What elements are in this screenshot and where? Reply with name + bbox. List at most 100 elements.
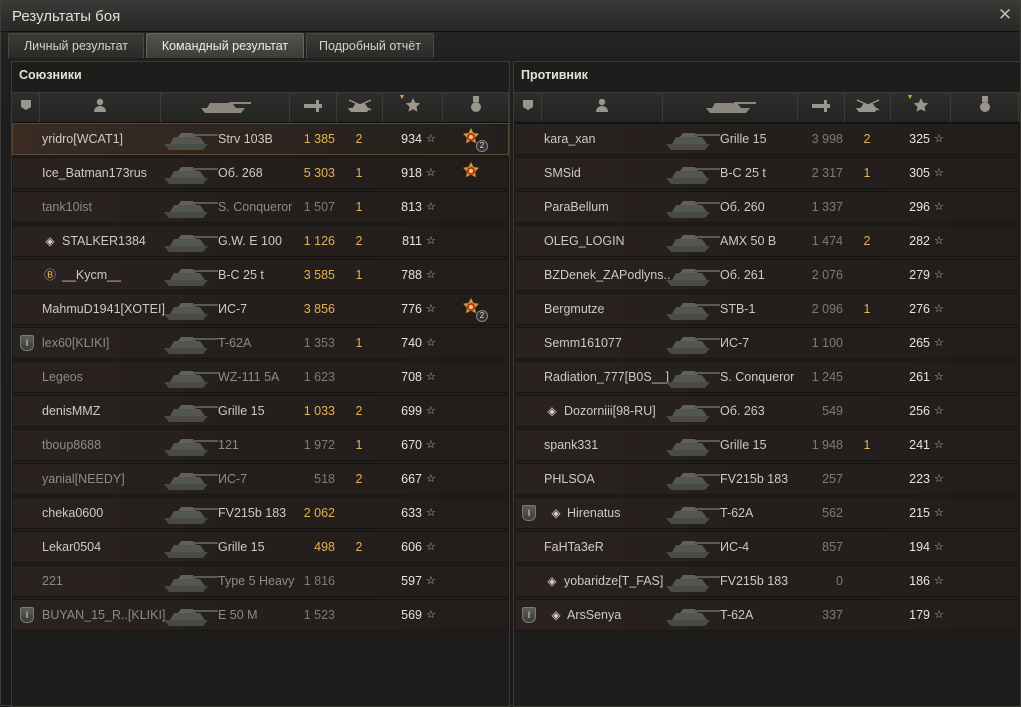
tank-name: B-C 25 t: [720, 166, 766, 180]
player-row[interactable]: denisMMZ Grille 15 1 033 2 699 ☆: [12, 395, 509, 427]
tank-icon: [664, 262, 722, 288]
player-row[interactable]: ParaBellum Об. 260 1 337 296 ☆: [514, 191, 1020, 223]
rank-diamond-icon: ◈: [45, 234, 55, 248]
damage-value: 1 507: [303, 200, 335, 214]
platoon-badge-icon: I: [522, 607, 536, 623]
xp-star-icon: ☆: [426, 439, 436, 451]
tank-name: Об. 260: [720, 200, 765, 214]
tank-name: Strv 103B: [218, 132, 273, 146]
player-name: tank10ist: [42, 200, 93, 214]
xp-star-icon: ☆: [934, 473, 944, 485]
player-row[interactable]: Ⓑ __Kycm__ B-C 25 t 3 585 1 788 ☆: [12, 259, 509, 291]
xp-star-icon: ☆: [426, 303, 436, 315]
frags-value: 1: [355, 268, 363, 282]
player-row[interactable]: FaHTa3eR ИС-4 857 194 ☆: [514, 531, 1020, 563]
tank-icon: [162, 126, 220, 152]
tank-name: Об. 263: [720, 404, 765, 418]
tank-icon: [162, 500, 220, 526]
tank-icon: [162, 466, 220, 492]
frags-value: 2: [355, 540, 363, 554]
column-header-medal-icon[interactable]: [951, 93, 1019, 122]
column-header-platoon-icon[interactable]: [514, 93, 542, 122]
damage-value: 1 100: [811, 336, 843, 350]
xp-value: 179: [909, 608, 930, 622]
player-row[interactable]: I ◈ Hirenatus T-62A 562 215 ☆: [514, 497, 1020, 529]
column-header-player-icon[interactable]: [542, 93, 663, 122]
xp-star-icon: ☆: [426, 405, 436, 417]
player-row[interactable]: yanial[NEEDY] ИС-7 518 2 667 ☆: [12, 463, 509, 495]
column-header-xp-icon[interactable]: ▼: [383, 93, 443, 122]
column-header-xp-icon[interactable]: ▼: [891, 93, 951, 122]
player-row[interactable]: PHLSOA FV215b 183 257 223 ☆: [514, 463, 1020, 495]
xp-icon: [405, 97, 421, 118]
tank-icon: [664, 228, 722, 254]
player-row[interactable]: Ilex60[KLIKI] T-62A 1 353 1 740 ☆: [12, 327, 509, 359]
close-icon[interactable]: ✕: [994, 4, 1016, 26]
player-row[interactable]: SMSid B-C 25 t 2 317 1 305 ☆: [514, 157, 1020, 189]
tab-detailed-report[interactable]: Подробный отчёт: [306, 33, 434, 58]
enemies-title: Противник: [521, 68, 588, 82]
xp-value: 934: [401, 132, 422, 146]
player-row[interactable]: I BUYAN_15_R..[KLIKI] E 50 M 1 523 569 ☆: [12, 599, 509, 631]
damage-value: 518: [314, 472, 335, 486]
column-header-player-icon[interactable]: [40, 93, 161, 122]
player-name: Lekar0504: [42, 540, 102, 554]
player-row[interactable]: I ◈ ArsSenya T-62A 337 179 ☆: [514, 599, 1020, 631]
player-row[interactable]: Semm161077 ИС-7 1 100 265 ☆: [514, 327, 1020, 359]
tank-name: FV215b 183: [720, 574, 789, 588]
tab-team-result[interactable]: Командный результат: [146, 33, 304, 58]
player-row[interactable]: Bergmutze STB-1 2 096 1 276 ☆: [514, 293, 1020, 325]
tab-personal-result[interactable]: Личный результат: [8, 33, 144, 58]
rank-diamond-icon: ◈: [547, 404, 557, 418]
column-header-platoon-icon[interactable]: [12, 93, 40, 122]
column-header-damage-icon[interactable]: [290, 93, 337, 122]
xp-star-icon: ☆: [426, 609, 436, 621]
player-row[interactable]: Legeos WZ-111 5A 1 623 708 ☆: [12, 361, 509, 393]
damage-value: 1 948: [811, 438, 843, 452]
player-row[interactable]: yridro[WCAT1] Strv 103B 1 385 2 934 ☆ 2: [12, 123, 509, 155]
player-row[interactable]: tboup8688 121 1 972 1 670 ☆: [12, 429, 509, 461]
xp-value: 667: [401, 472, 422, 486]
player-icon: [594, 97, 610, 118]
player-row[interactable]: kara_xan Grille 15 3 998 2 325 ☆: [514, 123, 1020, 155]
tank-name: ИС-7: [218, 472, 248, 486]
column-header-medal-icon[interactable]: [443, 93, 509, 122]
tank-icon: [162, 228, 220, 254]
window-title: Результаты боя: [12, 8, 121, 25]
player-row[interactable]: cheka0600 FV215b 183 2 062 633 ☆: [12, 497, 509, 529]
player-name: BUYAN_15_R..[KLIKI]: [42, 608, 166, 622]
column-header-tank-icon[interactable]: [161, 93, 290, 122]
player-row[interactable]: ◈ yobaridze[T_FAS] FV215b 183 0 186 ☆: [514, 565, 1020, 597]
player-row[interactable]: ◈ Dozorniii[98-RU] Об. 263 549 256 ☆: [514, 395, 1020, 427]
player-row[interactable]: BZDenek_ZAPodlyns.. Об. 261 2 076 279 ☆: [514, 259, 1020, 291]
player-name: Legeos: [42, 370, 84, 384]
damage-value: 1 033: [303, 404, 335, 418]
tank-icon: [702, 96, 758, 119]
player-row[interactable]: MahmuD1941[XOTEI] ИС-7 3 856 776 ☆ 2: [12, 293, 509, 325]
damage-value: 1 126: [303, 234, 335, 248]
player-row[interactable]: Radiation_777[B0S__] S. Conqueror 1 245 261…: [514, 361, 1020, 393]
allies-column-header: ▼: [12, 92, 509, 123]
player-name: ParaBellum: [544, 200, 609, 214]
xp-value: 740: [401, 336, 422, 350]
player-name: lex60[KLIKI]: [42, 336, 110, 350]
column-header-frags-icon[interactable]: [337, 93, 383, 122]
column-header-damage-icon[interactable]: [798, 93, 845, 122]
player-name: STALKER1384: [62, 234, 146, 248]
xp-value: 276: [909, 302, 930, 316]
player-row[interactable]: OLEG_LOGIN AMX 50 B 1 474 2 282 ☆: [514, 225, 1020, 257]
rank-diamond-icon: ◈: [551, 506, 561, 520]
xp-value: 305: [909, 166, 930, 180]
tank-name: Grille 15: [720, 132, 767, 146]
player-row[interactable]: tank10ist S. Conqueror 1 507 1 813 ☆: [12, 191, 509, 223]
xp-star-icon: ☆: [426, 337, 436, 349]
tank-icon: [162, 364, 220, 390]
player-row[interactable]: spank331 Grille 15 1 948 1 241 ☆: [514, 429, 1020, 461]
player-row[interactable]: Lekar0504 Grille 15 498 2 606 ☆: [12, 531, 509, 563]
column-header-tank-icon[interactable]: [663, 93, 798, 122]
player-row[interactable]: Ice_Batman173rus Об. 268 5 303 1 918 ☆: [12, 157, 509, 189]
tank-icon: [664, 126, 722, 152]
player-row[interactable]: ◈ STALKER1384 G.W. E 100 1 126 2 811 ☆: [12, 225, 509, 257]
column-header-frags-icon[interactable]: [845, 93, 891, 122]
player-row[interactable]: 221 Type 5 Heavy 1 816 597 ☆: [12, 565, 509, 597]
